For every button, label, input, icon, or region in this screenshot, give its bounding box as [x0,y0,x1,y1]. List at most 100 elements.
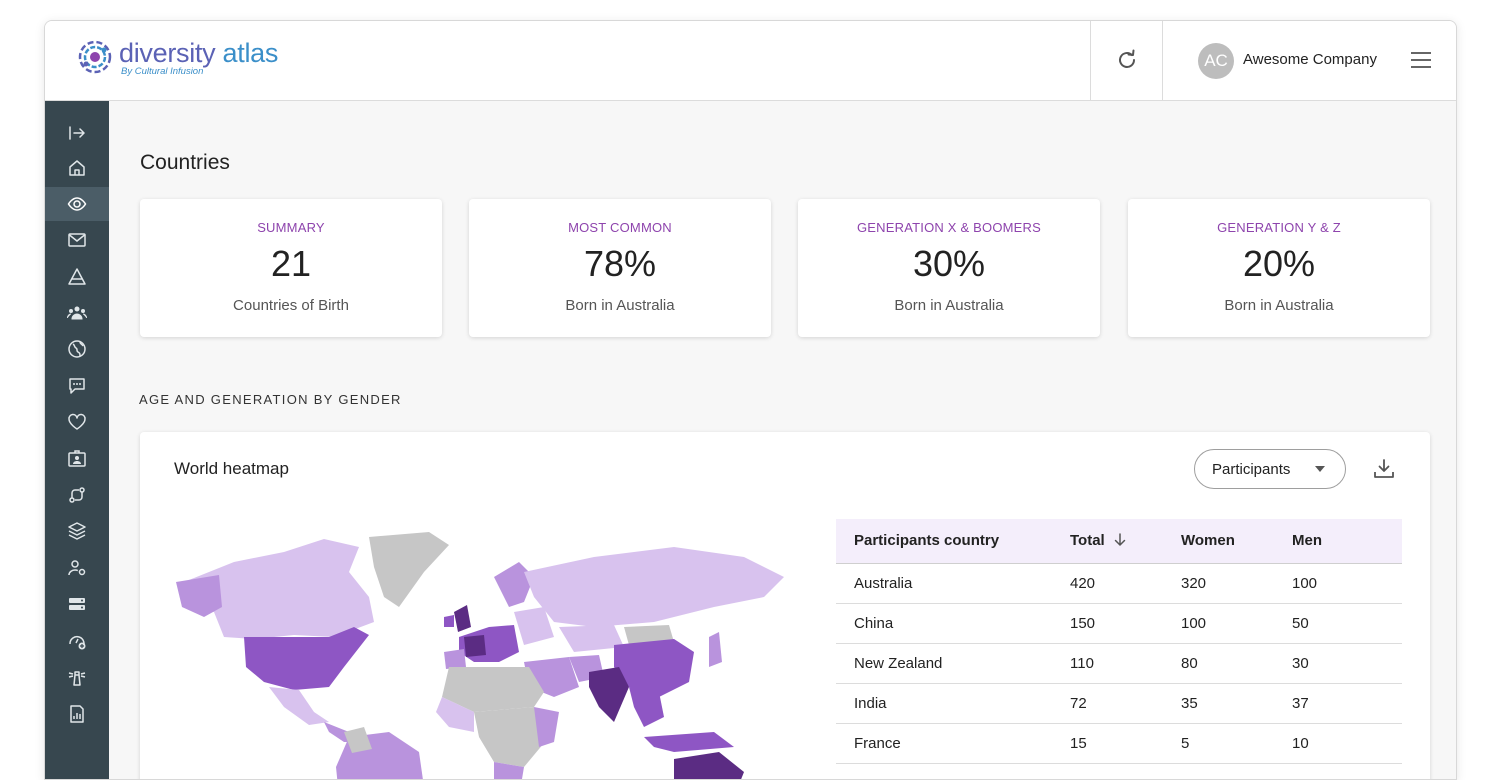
workflow-icon [69,487,85,503]
region-alaska [176,575,222,617]
cell-country: New Zealand [836,643,1070,684]
sidebar-item-wellbeing[interactable] [45,405,109,439]
sidebar-item-messages[interactable] [45,369,109,403]
card-caption: Countries of Birth [233,297,349,314]
generation-y-z-card: GENERATION Y & Z 20% Born in Australia [1128,199,1430,337]
brand-name: diversity atlas [119,39,278,67]
expand-sidebar-icon [69,126,85,140]
sidebar-item-home[interactable] [45,151,109,185]
table-row: Australia 420 320 100 [836,563,1402,604]
column-header-country[interactable]: Participants country [836,519,1070,564]
main-content: Countries SUMMARY 21 Countries of Birth … [109,101,1456,779]
card-caption: Born in Australia [565,297,675,314]
divider [1162,21,1163,101]
column-header-women[interactable]: Women [1181,519,1292,564]
region-mexico [269,687,329,725]
mail-icon [68,233,86,247]
world-map [176,532,784,779]
cell-total: 15 [1070,723,1181,764]
cell-women: 5 [1181,723,1292,764]
refresh-icon [1119,49,1135,68]
card-value: 78% [583,243,657,284]
region-greenland [369,532,449,607]
column-header-total-label: Total [1070,532,1105,550]
sidebar-item-mail[interactable] [45,223,109,257]
download-icon[interactable] [1372,457,1396,481]
sidebar [45,101,109,779]
cell-women: 35 [1181,683,1292,724]
card-label: SUMMARY [257,220,325,235]
refresh-button[interactable] [1112,45,1142,75]
sidebar-item-workflow[interactable] [45,478,109,512]
card-label: GENERATION X & BOOMERS [856,220,1042,235]
sidebar-item-data[interactable] [45,587,109,621]
sidebar-item-expand[interactable] [45,116,109,150]
avatar[interactable]: AC [1198,43,1234,79]
summary-card: SUMMARY 21 Countries of Birth [140,199,442,337]
region-japan [709,632,722,667]
user-settings-icon [68,560,86,576]
column-header-men[interactable]: Men [1292,519,1402,564]
cell-country: India [836,683,1070,724]
region-iberia [444,649,466,669]
cell-country: China [836,603,1070,644]
brand-logo[interactable]: diversity atlas By Cultural Infusion [77,39,278,77]
lighthouse-icon [68,671,86,686]
metric-select-value: Participants [1212,460,1291,478]
divider [1090,21,1091,101]
generation-x-boomers-card: GENERATION X & BOOMERS 30% Born in Austr… [798,199,1100,337]
report-icon [70,705,84,723]
table-header-row: Participants country Total Women Men [836,519,1402,564]
home-icon [69,160,85,176]
sidebar-item-layers[interactable] [45,514,109,548]
app-window: diversity atlas By Cultural Infusion AC … [44,20,1457,780]
id-card-icon [68,450,86,467]
region-india [589,667,629,722]
cell-country: France [836,723,1070,764]
page-title: Countries [140,151,230,174]
brand-name-part2: atlas [222,38,279,68]
layers-icon [68,522,86,540]
caret-down-icon [1315,466,1325,472]
pyramid-icon [68,268,86,285]
region-france [464,635,486,657]
panel-title: World heatmap [174,459,289,478]
metric-select[interactable]: Participants [1194,449,1346,489]
globe-logo-icon [78,40,112,74]
section-title: AGE AND GENERATION BY GENDER [139,392,402,407]
hamburger-menu-icon[interactable] [1409,48,1433,72]
cell-country: Australia [836,563,1070,604]
card-value: 30% [912,243,986,284]
sidebar-item-user-settings[interactable] [45,551,109,585]
sidebar-item-insights[interactable] [45,660,109,694]
sidebar-item-groups[interactable] [45,296,109,330]
top-bar: diversity atlas By Cultural Infusion AC … [45,21,1456,101]
sidebar-item-pyramid[interactable] [45,260,109,294]
sidebar-item-add-dashboard[interactable] [45,624,109,658]
region-uk [454,605,471,632]
card-label: GENERATION Y & Z [1217,220,1341,235]
cell-women: 100 [1181,603,1292,644]
sidebar-item-profiles[interactable] [45,442,109,476]
cell-men: 37 [1292,683,1402,724]
column-header-total[interactable]: Total [1070,519,1181,564]
eye-icon [67,197,87,211]
participants-table: Participants country Total Women Men Aus… [836,519,1402,764]
cell-women: 80 [1181,643,1292,684]
cell-men: 100 [1292,563,1402,604]
company-name[interactable]: Awesome Company [1243,51,1377,68]
sidebar-item-overview[interactable] [45,187,109,221]
server-icon [69,598,85,610]
region-australia [674,752,744,779]
sidebar-item-reports[interactable] [45,697,109,731]
region-russia [524,547,784,627]
cell-total: 420 [1070,563,1181,604]
dashboard-add-icon [69,635,86,650]
sidebar-item-countries[interactable] [45,332,109,366]
table-row: China 150 100 50 [836,603,1402,644]
globe-icon [68,340,86,358]
cell-total: 72 [1070,683,1181,724]
cell-men: 10 [1292,723,1402,764]
arrow-down-icon [1114,533,1125,546]
cell-total: 150 [1070,603,1181,644]
